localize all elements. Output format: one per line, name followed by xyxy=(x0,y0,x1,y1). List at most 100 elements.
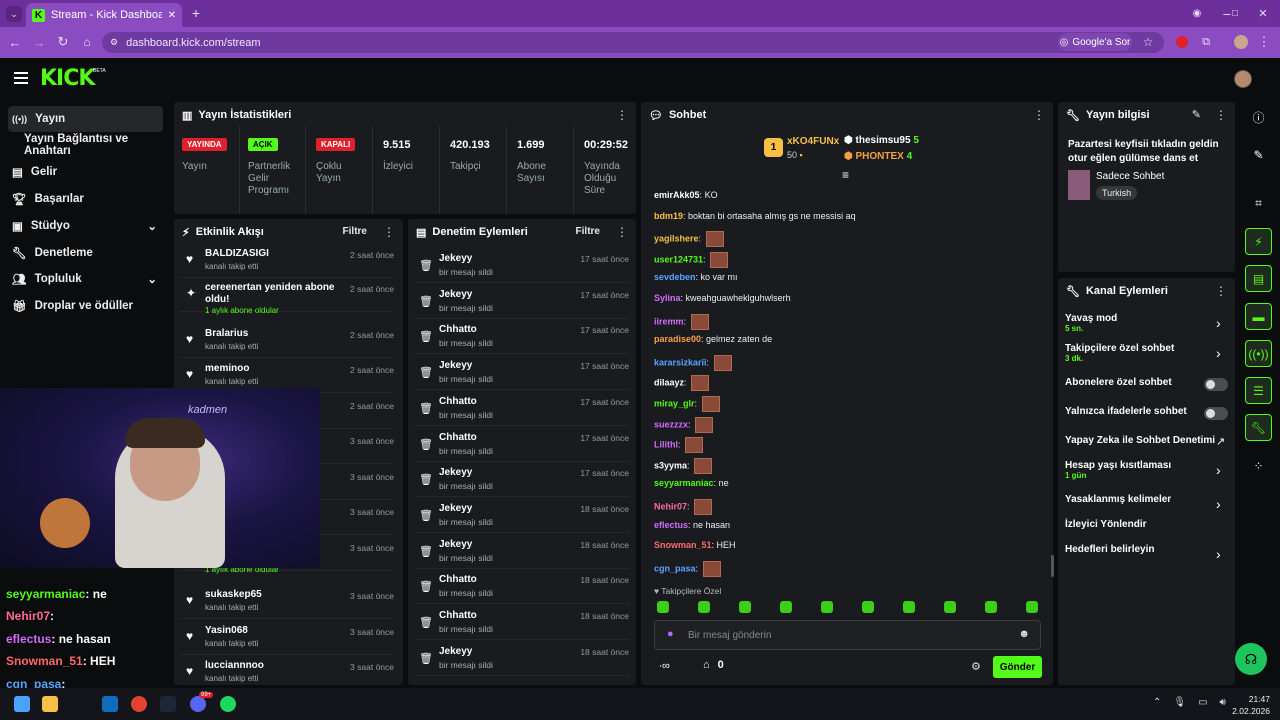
channel-action-item[interactable]: Yavaş mod 5 sn. xyxy=(1065,313,1117,333)
chat-message[interactable]: Sylina: kweahguawheklguhwlserh xyxy=(654,293,791,303)
category-name[interactable]: Sadece Sohbet xyxy=(1096,171,1164,182)
chat-username[interactable]: Snowman_51 xyxy=(654,540,712,550)
microphone-icon[interactable]: ● xyxy=(667,628,674,640)
channel-action-item[interactable]: Takipçilere özel sohbet 3 dk. xyxy=(1065,343,1174,363)
activity-filter-button[interactable]: Filtre xyxy=(343,226,367,237)
channel-action-item[interactable]: Hesap yaşı kısıtlaması 1 gün xyxy=(1065,460,1171,480)
chat-message[interactable]: Nehir07: xyxy=(654,499,713,515)
channel-action-item[interactable]: Yapay Zeka ile Sohbet Denetimi xyxy=(1065,435,1215,446)
chat-username[interactable]: miray_glr xyxy=(654,398,695,408)
spotify-icon[interactable] xyxy=(220,696,236,712)
chat-username[interactable]: sevdeben xyxy=(654,272,696,282)
chat-username[interactable]: cgn_pasa xyxy=(654,563,696,573)
outlook-icon[interactable] xyxy=(102,696,118,712)
chat-message[interactable]: kararsizkarii: xyxy=(654,354,732,371)
sidebar-item-stream-key[interactable]: Yayın Bağlantısı ve Anahtarı xyxy=(8,132,163,158)
chat-message[interactable]: sevdeben: ko var mı xyxy=(654,272,738,282)
clock[interactable]: 21:47 2.02.2026 xyxy=(1230,693,1270,717)
channel-action-item[interactable]: Hedefleri belirleyin xyxy=(1065,544,1154,555)
chat-message[interactable]: yagilshere: xyxy=(654,231,724,248)
moderation-row[interactable]: 🗑︎ Jekeyy bir mesajı sildi 17 saat önce xyxy=(415,284,629,319)
chat-message[interactable]: iiremm: xyxy=(654,313,709,330)
home-icon[interactable]: ⌂ xyxy=(80,35,94,49)
moderation-row[interactable]: 🗑︎ Jekeyy bir mesajı sildi 17 saat önce xyxy=(415,462,629,498)
chat-username[interactable]: iiremm xyxy=(654,316,684,326)
points-counter[interactable]: ⌂ 0 xyxy=(703,659,724,671)
network-icon[interactable]: ▭ xyxy=(1198,697,1207,708)
support-headset-icon[interactable]: ☊ xyxy=(1235,643,1267,675)
moderation-row[interactable]: 🗑︎ Chhatto bir mesajı sildi 17 saat önce xyxy=(415,319,629,355)
chat-message[interactable]: emirAkk05: KO xyxy=(654,190,718,200)
channel-points-icon[interactable]: ∙∞ xyxy=(659,660,670,672)
close-window-button[interactable]: ✕ xyxy=(1256,6,1270,20)
chat-message[interactable]: Lilithl: xyxy=(654,437,704,454)
activity-row[interactable]: ♥ BALDIZASIGI kanalı takip etti 2 saat önce xyxy=(180,244,394,278)
external-link-icon[interactable]: ↗ xyxy=(1216,435,1225,448)
pencil-icon[interactable]: ✎ xyxy=(1245,141,1272,168)
activity-row[interactable]: ♥ Bralarius kanalı takip etti 2 saat önce xyxy=(180,324,394,358)
chat-message[interactable]: eflectus: ne hasan xyxy=(654,520,730,530)
steam-icon[interactable] xyxy=(160,696,176,712)
leader-name[interactable]: xKO4FUNx xyxy=(787,136,839,147)
emote-shortcut-icon[interactable] xyxy=(657,601,669,613)
chat-input[interactable]: ● Bir mesaj gönderin ☻ xyxy=(654,620,1041,650)
kick-logo[interactable]: KICK xyxy=(40,66,95,91)
edit-pencil-icon[interactable]: ✎ xyxy=(1192,108,1201,121)
chat-message[interactable]: miray_glr: xyxy=(654,396,720,412)
moderation-row[interactable]: 🗑︎ Jekeyy bir mesajı sildi 18 saat önce xyxy=(415,498,629,533)
chat-username[interactable]: seyyarmaniac xyxy=(654,478,714,488)
microphone-icon[interactable]: 🎙︎ xyxy=(1173,697,1186,708)
document-icon[interactable]: ▤ xyxy=(1245,265,1272,292)
forward-arrow-icon[interactable]: → xyxy=(32,35,46,50)
chevron-right-icon[interactable]: › xyxy=(1216,462,1221,478)
sidebar-item-topluluk[interactable]: 👥︎ Topluluk ⌄ xyxy=(8,266,163,292)
channel-action-item[interactable]: Abonelere özel sohbet xyxy=(1065,377,1172,388)
channel-action-item[interactable]: Yasaklanmış kelimeler xyxy=(1065,494,1171,505)
browser-tab[interactable]: K Stream - Kick Dashboard ✕ xyxy=(26,3,182,27)
chat-message[interactable]: user124731: xyxy=(654,251,729,268)
chat-menu-icon[interactable]: ⋮ xyxy=(1033,108,1045,122)
pinned-expand-icon[interactable]: ≡ xyxy=(842,168,849,182)
chat-username[interactable]: dilaayz xyxy=(654,378,684,388)
chevron-up-icon[interactable]: ⌃ xyxy=(1153,697,1161,708)
windows-start-icon[interactable] xyxy=(14,696,30,712)
wrench-icon[interactable]: 🔧︎ xyxy=(1245,414,1272,441)
activity-menu-icon[interactable]: ⋮ xyxy=(383,225,395,239)
tab-close-icon[interactable]: ✕ xyxy=(168,10,176,21)
chat-bubble-icon[interactable]: ▬ xyxy=(1245,303,1272,330)
chat-username[interactable]: emirAkk05 xyxy=(654,190,700,200)
chevron-right-icon[interactable]: › xyxy=(1216,546,1221,562)
chrome-icon[interactable] xyxy=(131,696,147,712)
moderation-row[interactable]: 🗑︎ Jekeyy bir mesajı sildi 18 saat önce xyxy=(415,534,629,569)
moderation-row[interactable]: 🗑︎ Chhatto bir mesajı sildi 18 saat önce xyxy=(415,569,629,605)
moderation-row[interactable]: 🗑︎ Chhatto bir mesajı sildi 17 saat önce xyxy=(415,391,629,426)
chat-username[interactable]: Sylina xyxy=(654,293,681,303)
file-explorer-icon[interactable] xyxy=(42,696,58,712)
channel-action-item[interactable]: İzleyici Yönlendir xyxy=(1065,519,1147,530)
layout-icon[interactable]: ☰ xyxy=(1245,377,1272,404)
sidebar-item-yayin[interactable]: ((•)) Yayın xyxy=(8,106,163,132)
chat-username[interactable]: user124731 xyxy=(654,254,703,264)
maximize-button[interactable]: □ xyxy=(1228,6,1242,20)
chat-username[interactable]: Lilithl xyxy=(654,440,678,450)
moderation-row[interactable]: 🗑︎ Chhatto bir mesajı sildi 18 saat önce xyxy=(415,605,629,640)
back-arrow-icon[interactable]: ← xyxy=(8,35,22,50)
emote-shortcut-icon[interactable] xyxy=(698,601,710,613)
chevron-right-icon[interactable]: › xyxy=(1216,496,1221,512)
discord-icon[interactable] xyxy=(190,696,206,712)
google-ask-button[interactable]: ◎ Google'a Sor xyxy=(1058,33,1132,51)
moderation-row[interactable]: 🗑︎ Chhatto bir mesajı sildi 17 saat önce xyxy=(415,427,629,462)
new-tab-button[interactable]: + xyxy=(189,5,203,21)
system-tray[interactable]: ⌃ 🎙︎ ▭ 🔊︎ xyxy=(1153,697,1226,708)
chevron-right-icon[interactable]: › xyxy=(1216,315,1221,331)
activity-row[interactable]: ♥ sukaskep65 kanalı takip etti 3 saat önce xyxy=(180,585,394,619)
emoji-icon[interactable]: ☻ xyxy=(1018,628,1030,640)
stats-menu-icon[interactable]: ⋮ xyxy=(616,108,628,122)
send-button[interactable]: Gönder xyxy=(993,656,1042,678)
leader-3[interactable]: ⬢ PHONTEX 4 xyxy=(844,151,912,162)
broadcast-icon[interactable]: ((•)) xyxy=(1245,340,1272,367)
info-icon[interactable]: ⓘ xyxy=(1245,104,1272,131)
chat-message[interactable]: bdm19: boktan bi ortasaha almış gs ne me… xyxy=(654,211,856,221)
leader-2[interactable]: ⬢ thesimsu95 5 xyxy=(844,135,919,146)
chat-username[interactable]: eflectus xyxy=(654,520,688,530)
